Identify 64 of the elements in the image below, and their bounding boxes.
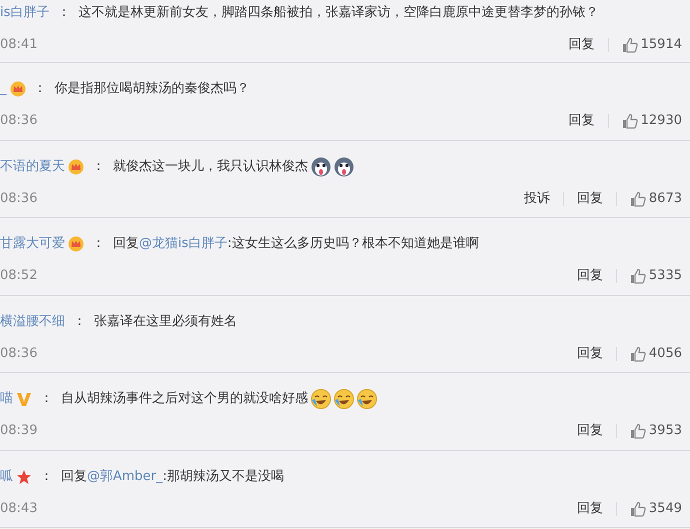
like-button[interactable]: 3549 [630, 498, 682, 518]
like-button[interactable]: 8673 [630, 188, 682, 208]
thumbs-up-icon [630, 346, 646, 362]
comment-text: 自从胡辣汤事件之后对这个男的就没啥好感 [61, 390, 308, 408]
comment-time: 08:41 [0, 36, 38, 54]
thumbs-up-icon [630, 190, 646, 206]
mention-link[interactable]: @龙猫is白胖子 [139, 234, 228, 254]
colon-text: ： [92, 235, 105, 254]
reply-link[interactable]: 回复 [576, 498, 603, 518]
mention-link[interactable]: @郭Amber_ [87, 466, 163, 486]
comment-time: 08:36 [0, 112, 38, 130]
reply-link[interactable]: 回复 [576, 188, 603, 208]
like-button[interactable]: 3953 [630, 421, 682, 441]
comment-text: 你是指那位喝胡辣汤的秦俊杰吗？ [54, 80, 250, 98]
colon-text: ： [57, 4, 70, 22]
v-badge-icon [16, 391, 32, 407]
user-name-link[interactable]: _ [0, 79, 6, 99]
reply-link[interactable]: 回复 [576, 266, 603, 286]
comment-time: 08:52 [0, 267, 38, 286]
thumbs-up-icon [622, 37, 638, 53]
like-button[interactable]: 15914 [622, 35, 682, 55]
colon-text: ： [40, 468, 53, 486]
like-button[interactable]: 4056 [630, 344, 682, 364]
comment-time: 08:36 [0, 190, 38, 208]
comment-time: 08:43 [0, 500, 38, 518]
user-name-link[interactable]: 不语的夏天 [0, 156, 65, 176]
user-name-link[interactable]: 喵 [0, 389, 13, 409]
colon-text: ： [40, 390, 53, 408]
colon-text: ： [73, 312, 86, 331]
user-name-link[interactable]: 甘露大可爱 [0, 234, 65, 254]
user-name-link[interactable]: is白胖子 [0, 3, 50, 23]
laughing-tears-icon [311, 389, 331, 409]
laughing-tears-icon [357, 389, 377, 409]
user-name-link[interactable]: 横溢腰不细 [0, 312, 65, 332]
crown-badge-icon [68, 236, 84, 252]
reply-prefix-text: 回复 [113, 235, 139, 254]
comment-time: 08:39 [0, 422, 38, 440]
comment-text: :那胡辣汤又不是没喝 [162, 468, 284, 486]
comment-time: 08:36 [0, 344, 38, 363]
reply-link[interactable]: 回复 [568, 111, 595, 131]
colon-text: ： [34, 80, 46, 98]
thumbs-up-icon [630, 500, 646, 516]
comment-text: 这不就是林更新前女友，脚踏四条船被拍，张嘉译家访，空降白鹿原中途更替李梦的孙铱？ [78, 4, 598, 22]
laughing-tears-icon [334, 389, 354, 409]
crown-badge-icon [68, 158, 84, 174]
user-name-link[interactable]: 呱 [0, 466, 13, 486]
reply-link[interactable]: 回复 [576, 421, 603, 441]
thumbs-up-icon [630, 423, 646, 439]
star-badge-icon [16, 468, 32, 484]
reply-prefix-text: 回复 [61, 468, 87, 486]
comment-text: 就俊杰这一块儿，我只认识林俊杰 [113, 158, 308, 176]
like-button[interactable]: 12930 [622, 111, 682, 131]
colon-text: ： [92, 158, 105, 176]
husky-face-icon [311, 156, 331, 176]
crown-badge-icon [10, 81, 26, 97]
report-link[interactable]: 投诉 [524, 188, 550, 208]
comment-text: :这女生这么多历史吗？根本不知道她是谁啊 [227, 235, 479, 254]
reply-link[interactable]: 回复 [576, 344, 603, 364]
husky-face-icon [334, 156, 354, 176]
comment-text: 张嘉译在这里必须有姓名 [94, 312, 237, 331]
like-button[interactable]: 5335 [630, 266, 682, 286]
thumbs-up-icon [630, 268, 646, 284]
reply-link[interactable]: 回复 [568, 35, 595, 55]
thumbs-up-icon [622, 113, 638, 129]
